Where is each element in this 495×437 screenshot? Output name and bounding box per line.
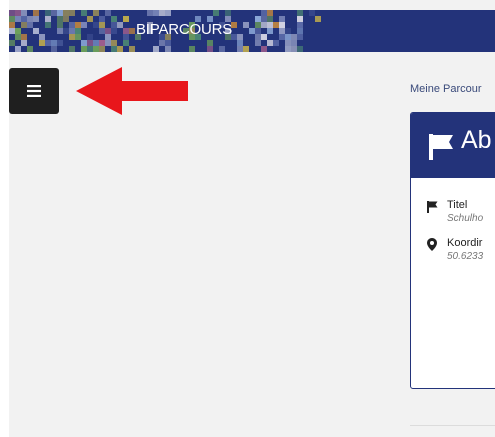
site-logo[interactable]: BIPARCOURS: [136, 21, 232, 38]
menu-toggle-button[interactable]: [9, 68, 59, 114]
breadcrumb[interactable]: Meine Parcour: [410, 83, 482, 95]
flag-icon: [427, 201, 438, 213]
breadcrumb-label[interactable]: Meine Parcour: [410, 83, 482, 95]
field-value-coordinates: 50.6233: [447, 251, 484, 262]
hamburger-icon: [27, 85, 41, 97]
red-arrow-annotation: [76, 67, 188, 115]
flag-icon: [429, 134, 453, 160]
header-mosaic-pattern: [9, 10, 321, 52]
map-marker-icon: [427, 238, 437, 251]
parcours-card: Ab Titel Schulho Koordir 50.6233: [410, 112, 495, 389]
field-value-title: Schulho: [447, 213, 484, 224]
field-label-coordinates: Koordir: [447, 237, 483, 249]
card-title: Ab: [461, 126, 492, 154]
site-header: BIPARCOURS: [9, 10, 495, 52]
content-divider: [410, 425, 495, 426]
card-header: Ab: [411, 113, 495, 178]
field-label-title: Titel: [447, 199, 468, 211]
